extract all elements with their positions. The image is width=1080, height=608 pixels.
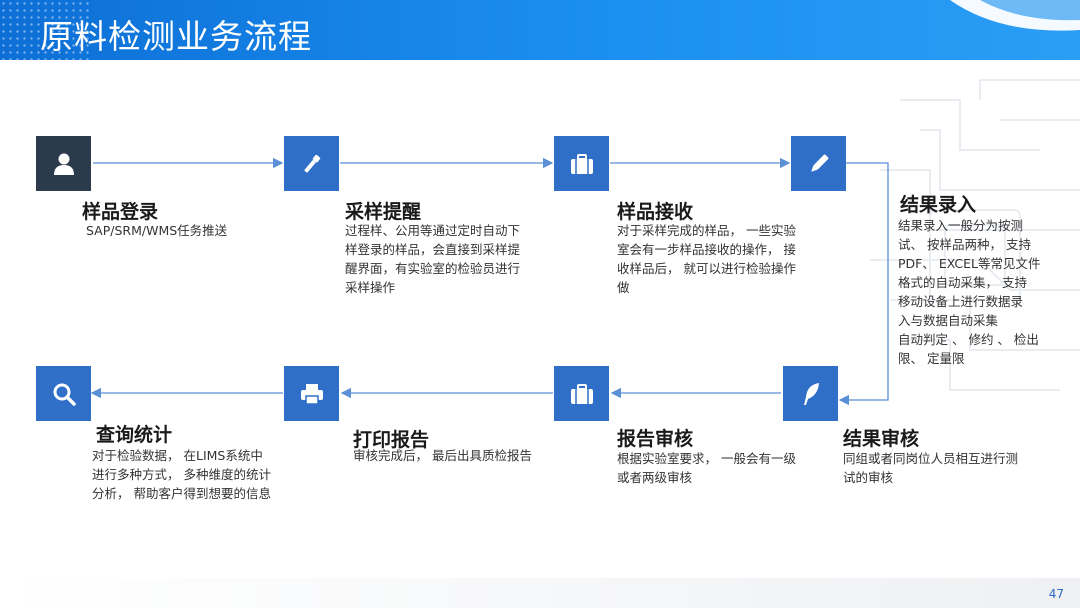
step-print-desc: 审核完成后， 最后出具质检报告 (353, 446, 563, 465)
step-receive-desc: 对于采样完成的样品， 一些实验 室会有一步样品接收的操作， 接 收样品后， 就可… (617, 221, 827, 297)
step-login-title: 样品登录 (82, 201, 159, 223)
step-review-desc: 同组或者同岗位人员相互进行测 试的审核 (843, 449, 1053, 487)
step-receive-title: 样品接收 (617, 201, 694, 223)
step-report-review-desc-line: 或者两级审核 (617, 470, 693, 485)
step-entry-desc: 结果录入一般分为按测 试、 按样品两种， 支持 PDF、 EXCEL等常见文件 … (898, 216, 1068, 368)
user-icon (53, 153, 74, 175)
page-title: 原料检测业务流程 (40, 17, 312, 56)
header-corner-decoration (950, 0, 1080, 31)
step-sampling-desc-line: 醒界面，有实验室的检验员进行 (345, 261, 521, 276)
footer-band (0, 578, 1080, 608)
search-icon (53, 383, 76, 406)
step-receive-desc-line: 对于采样完成的样品， 一些实验 (617, 223, 796, 238)
step-sampling-title: 采样提醒 (345, 201, 422, 223)
step-entry-desc-line: 试、 按样品两种， 支持 (898, 237, 1031, 252)
header-bar: 原料检测业务流程 (0, 0, 1080, 60)
step-entry-desc-line: 移动设备上进行数据录 (898, 294, 1024, 309)
step-review-desc-line: 试的审核 (843, 470, 894, 485)
step-report-review-icon-box (554, 366, 609, 421)
step-print-icon-box (284, 366, 339, 421)
step-print-desc-line: 审核完成后， 最后出具质检报告 (353, 448, 532, 463)
step-query-title: 查询统计 (96, 424, 173, 446)
step-sampling-icon-box (284, 136, 339, 191)
step-entry-desc-line: 入与数据自动采集 (898, 313, 999, 328)
step-sampling-desc-line: 过程样、公用等通过定时自动下 (345, 223, 521, 238)
step-entry-icon-box (791, 136, 846, 191)
step-entry-desc-line: 结果录入一般分为按测 (898, 218, 1024, 233)
step-report-review-title: 报告审核 (617, 428, 694, 450)
step-review-desc-line: 同组或者同岗位人员相互进行测 (843, 451, 1019, 466)
step-receive-desc-line: 收样品后， 就可以进行检验操作 (617, 261, 796, 276)
briefcase-icon (570, 153, 593, 174)
step-receive-desc-line: 室会有一步样品接收的操作， 接 (617, 242, 796, 257)
step-sampling-desc-line: 采样操作 (345, 280, 396, 295)
step-review-title: 结果审核 (843, 428, 920, 450)
quill-icon (803, 382, 819, 405)
step-query-desc-line: 分析， 帮助客户得到想要的信息 (92, 486, 271, 501)
step-login-desc-line: SAP/SRM/WMS任务推送 (86, 223, 228, 238)
step-query-desc: 对于检验数据， 在LIMS系统中 进行多种方式， 多种维度的统计 分析， 帮助客… (92, 446, 292, 503)
flashlight-icon (303, 154, 320, 173)
step-login-icon-box (36, 136, 91, 191)
briefcase-icon (570, 383, 593, 404)
step-entry-desc-line: 自动判定 、 修约 、 检出 (898, 332, 1039, 347)
step-query-desc-line: 对于检验数据， 在LIMS系统中 (92, 448, 263, 463)
step-entry-desc-line: PDF、 EXCEL等常见文件 (898, 256, 1041, 271)
step-receive-icon-box (554, 136, 609, 191)
step-receive-desc-line: 做 (617, 280, 630, 295)
step-sampling-desc-line: 样登录的样品，会直接到采样提 (345, 242, 521, 257)
step-query-desc-line: 进行多种方式， 多种维度的统计 (92, 467, 271, 482)
page-number: 47 (1048, 587, 1064, 601)
step-sampling-desc: 过程样、公用等通过定时自动下 样登录的样品，会直接到采样提 醒界面，有实验室的检… (345, 221, 555, 297)
step-entry-title: 结果录入 (900, 194, 977, 216)
step-entry-desc-line: 格式的自动采集， 支持 (898, 275, 1027, 290)
pencil-icon (810, 154, 828, 172)
step-report-review-desc-line: 根据实验室要求， 一般会有一级 (617, 451, 796, 466)
step-report-review-desc: 根据实验室要求， 一般会有一级 或者两级审核 (617, 449, 827, 487)
step-query-icon-box (36, 366, 91, 421)
printer-icon (300, 383, 323, 405)
step-review-icon-box (783, 366, 838, 421)
step-entry-desc-line: 限、 定量限 (898, 351, 965, 366)
step-login-desc: SAP/SRM/WMS任务推送 (86, 221, 266, 240)
